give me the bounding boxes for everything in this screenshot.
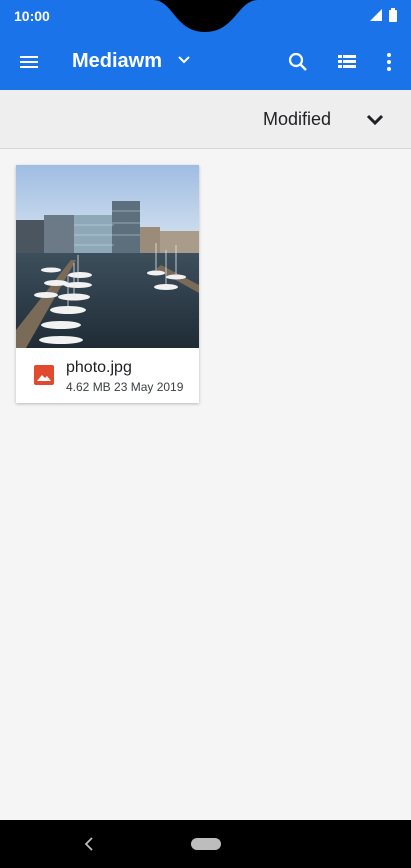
signal-icon: [370, 9, 382, 21]
list-view-icon[interactable]: [335, 50, 359, 74]
image-icon: [34, 365, 54, 385]
file-card[interactable]: photo.jpg 4.62 MB 23 May 2019: [16, 165, 199, 403]
status-icons: [369, 8, 397, 22]
folder-title[interactable]: Mediawm: [72, 50, 162, 73]
status-time: 10:00: [14, 8, 50, 24]
files-screen: 10:00 Mediawm Modified photo.jpg 4.62 MB…: [0, 0, 411, 868]
chevron-down-icon[interactable]: [175, 51, 193, 69]
camera-notch: [153, 0, 258, 32]
sort-label[interactable]: Modified: [263, 109, 331, 130]
app-bar: 10:00 Mediawm: [0, 0, 411, 90]
home-pill[interactable]: [191, 838, 221, 850]
chevron-down-icon[interactable]: [363, 108, 387, 132]
search-icon[interactable]: [286, 50, 310, 74]
menu-icon[interactable]: [17, 50, 41, 74]
sort-bar: Modified: [0, 90, 411, 149]
system-nav-bar: [0, 820, 411, 868]
more-vert-icon[interactable]: [377, 50, 401, 74]
back-icon[interactable]: [82, 835, 98, 853]
file-meta: 4.62 MB 23 May 2019: [66, 380, 184, 394]
toolbar: Mediawm: [0, 36, 411, 86]
battery-icon: [389, 8, 397, 22]
photo-thumbnail: [16, 165, 199, 348]
file-name: photo.jpg: [66, 359, 132, 376]
